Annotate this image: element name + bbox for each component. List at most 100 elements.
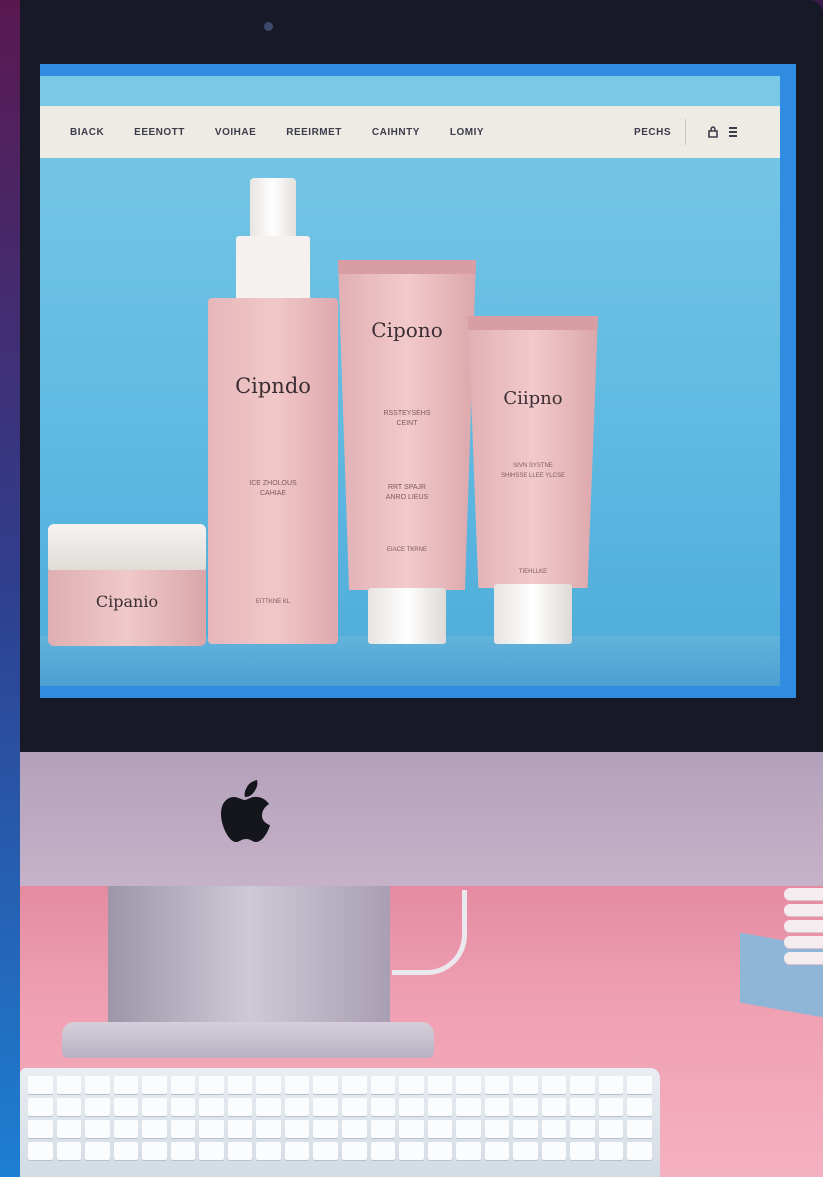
keyboard-key[interactable] — [284, 1076, 310, 1094]
keyboard-key[interactable] — [85, 1098, 110, 1116]
keyboard-key[interactable] — [56, 1142, 82, 1160]
product-tube-large[interactable]: Cipono RSSTEYSEHS CEINT RRT SPAJR ANRO L… — [338, 260, 476, 646]
menu-icon[interactable] — [726, 125, 740, 139]
keyboard-key[interactable] — [598, 1120, 624, 1138]
keyboard-key[interactable] — [627, 1120, 652, 1138]
keyboard-key[interactable] — [113, 1120, 139, 1138]
keyboard-key[interactable] — [627, 1142, 652, 1160]
keyboard-key[interactable] — [399, 1076, 424, 1094]
keyboard-key[interactable] — [484, 1076, 510, 1094]
keyboard-key[interactable] — [370, 1098, 396, 1116]
nav-link-3[interactable]: VOIHAE — [215, 127, 256, 138]
product-jar[interactable]: Cipanio — [48, 524, 206, 646]
keyboard-key[interactable] — [513, 1076, 538, 1094]
keyboard-key[interactable] — [541, 1076, 567, 1094]
keyboard-key[interactable] — [399, 1098, 424, 1116]
keyboard-key[interactable] — [227, 1098, 253, 1116]
nav-link-pechs[interactable]: PECHS — [634, 127, 671, 138]
keyboard-key[interactable] — [142, 1120, 167, 1138]
keyboard-key[interactable] — [199, 1142, 224, 1160]
keyboard-key[interactable] — [313, 1076, 338, 1094]
keyboard-key[interactable] — [456, 1120, 481, 1138]
keyboard-key[interactable] — [256, 1098, 281, 1116]
keyboard-key[interactable] — [227, 1120, 253, 1138]
keyboard-key[interactable] — [170, 1120, 196, 1138]
keyboard-key[interactable] — [341, 1076, 367, 1094]
keyboard-key[interactable] — [284, 1120, 310, 1138]
keyboard-key[interactable] — [85, 1142, 110, 1160]
keyboard-key[interactable] — [28, 1098, 53, 1116]
keyboard-key[interactable] — [85, 1076, 110, 1094]
keyboard-key[interactable] — [484, 1120, 510, 1138]
keyboard-key[interactable] — [341, 1120, 367, 1138]
keyboard-key[interactable] — [284, 1142, 310, 1160]
keyboard-key[interactable] — [399, 1142, 424, 1160]
keyboard-key[interactable] — [227, 1142, 253, 1160]
keyboard-key[interactable] — [56, 1076, 82, 1094]
keyboard-key[interactable] — [170, 1098, 196, 1116]
keyboard-key[interactable] — [85, 1120, 110, 1138]
keyboard-key[interactable] — [113, 1142, 139, 1160]
keyboard[interactable] — [20, 1068, 660, 1177]
keyboard-key[interactable] — [113, 1076, 139, 1094]
keyboard-key[interactable] — [313, 1120, 338, 1138]
keyboard-key[interactable] — [513, 1098, 538, 1116]
keyboard-key[interactable] — [456, 1142, 481, 1160]
keyboard-key[interactable] — [142, 1076, 167, 1094]
keyboard-key[interactable] — [598, 1076, 624, 1094]
keyboard-key[interactable] — [541, 1120, 567, 1138]
keyboard-key[interactable] — [313, 1142, 338, 1160]
keyboard-key[interactable] — [427, 1098, 453, 1116]
keyboard-key[interactable] — [199, 1120, 224, 1138]
keyboard-key[interactable] — [256, 1120, 281, 1138]
keyboard-key[interactable] — [142, 1142, 167, 1160]
keyboard-key[interactable] — [227, 1076, 253, 1094]
keyboard-key[interactable] — [28, 1142, 53, 1160]
keyboard-key[interactable] — [170, 1142, 196, 1160]
keyboard-key[interactable] — [513, 1120, 538, 1138]
nav-link-2[interactable]: EEENOTT — [134, 127, 185, 138]
keyboard-key[interactable] — [56, 1098, 82, 1116]
keyboard-key[interactable] — [570, 1120, 595, 1138]
bag-icon[interactable] — [706, 125, 720, 139]
keyboard-key[interactable] — [256, 1142, 281, 1160]
keyboard-key[interactable] — [199, 1076, 224, 1094]
keyboard-key[interactable] — [313, 1098, 338, 1116]
keyboard-key[interactable] — [570, 1142, 595, 1160]
nav-link-1[interactable]: BIACK — [70, 127, 104, 138]
keyboard-key[interactable] — [627, 1076, 652, 1094]
nav-link-4[interactable]: REEIRMET — [286, 127, 342, 138]
keyboard-key[interactable] — [170, 1076, 196, 1094]
keyboard-key[interactable] — [28, 1076, 53, 1094]
keyboard-key[interactable] — [399, 1120, 424, 1138]
keyboard-key[interactable] — [570, 1076, 595, 1094]
keyboard-key[interactable] — [541, 1142, 567, 1160]
keyboard-key[interactable] — [627, 1098, 652, 1116]
product-tube-small[interactable]: Ciipno SIVN SYSTNE SHIHSSE LLEE YLCSE TI… — [468, 316, 598, 646]
keyboard-key[interactable] — [56, 1120, 82, 1138]
keyboard-key[interactable] — [456, 1076, 481, 1094]
keyboard-key[interactable] — [484, 1142, 510, 1160]
keyboard-key[interactable] — [341, 1098, 367, 1116]
nav-link-5[interactable]: CAIHNTY — [372, 127, 420, 138]
keyboard-key[interactable] — [598, 1142, 624, 1160]
keyboard-key[interactable] — [598, 1098, 624, 1116]
keyboard-key[interactable] — [513, 1142, 538, 1160]
keyboard-key[interactable] — [284, 1098, 310, 1116]
keyboard-key[interactable] — [256, 1076, 281, 1094]
keyboard-key[interactable] — [427, 1142, 453, 1160]
keyboard-key[interactable] — [456, 1098, 481, 1116]
keyboard-key[interactable] — [484, 1098, 510, 1116]
keyboard-key[interactable] — [28, 1120, 53, 1138]
keyboard-key[interactable] — [113, 1098, 139, 1116]
keyboard-key[interactable] — [427, 1076, 453, 1094]
keyboard-key[interactable] — [570, 1098, 595, 1116]
nav-link-6[interactable]: LOMIY — [450, 127, 484, 138]
keyboard-key[interactable] — [370, 1076, 396, 1094]
product-pump-bottle[interactable]: Cipndo ICE ZHOLOUS CAHIAE EITTKNE KL — [208, 178, 338, 644]
keyboard-key[interactable] — [370, 1120, 396, 1138]
keyboard-key[interactable] — [341, 1142, 367, 1160]
keyboard-key[interactable] — [541, 1098, 567, 1116]
keyboard-key[interactable] — [199, 1098, 224, 1116]
keyboard-key[interactable] — [427, 1120, 453, 1138]
